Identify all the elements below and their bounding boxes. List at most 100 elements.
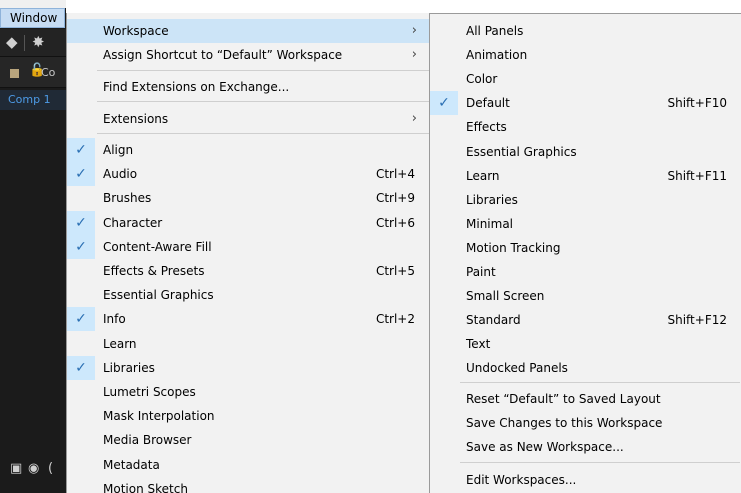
- puppet-pin-tool-icon[interactable]: ✸: [32, 33, 45, 51]
- workspace-item-animation[interactable]: Animation: [430, 43, 740, 67]
- menu-item-workspace[interactable]: Workspace ›: [67, 19, 429, 43]
- chevron-right-icon: ›: [411, 47, 417, 62]
- workspace-item-essential-graphics[interactable]: Essential Graphics: [430, 140, 740, 164]
- menu-item-mask-interpolation[interactable]: Mask Interpolation: [67, 404, 429, 428]
- check-icon: ✓: [67, 210, 95, 235]
- layer-color-swatch[interactable]: [10, 69, 19, 78]
- menu-item-libraries[interactable]: ✓ Libraries: [67, 355, 429, 380]
- menu-item-audio[interactable]: ✓ Audio Ctrl+4: [67, 162, 429, 187]
- bottom-label-fragment: (: [48, 461, 54, 476]
- workspace-item-label: Learn: [466, 168, 500, 183]
- workspace-item-label: Standard: [466, 313, 521, 328]
- menu-item-label: Lumetri Scopes: [103, 385, 196, 399]
- menu-item-assign-shortcut-to-default-workspace[interactable]: Assign Shortcut to “Default” Workspace ›: [67, 43, 429, 67]
- check-icon: ✓: [67, 355, 95, 380]
- submenu-top-background: [429, 0, 741, 13]
- menu-item-label: Workspace: [103, 24, 169, 38]
- workspace-item-label: Undocked Panels: [466, 361, 568, 376]
- menu-item-label: Content-Aware Fill: [103, 239, 212, 254]
- menu-separator: [97, 70, 429, 71]
- menu-item-label: Character: [103, 215, 163, 230]
- workspace-item-label: Default: [466, 96, 510, 111]
- workspace-item-label: Paint: [466, 265, 496, 279]
- menu-item-label: Media Browser: [103, 433, 192, 448]
- workspace-item-minimal[interactable]: Minimal: [430, 212, 740, 236]
- workspace-item-label: All Panels: [466, 24, 524, 38]
- workspace-action-save-changes-to-this-workspace[interactable]: Save Changes to this Workspace: [430, 411, 740, 435]
- menu-item-label: Info: [103, 312, 126, 327]
- menubar-background: [0, 0, 66, 8]
- menu-item-label: Assign Shortcut to “Default” Workspace: [103, 48, 343, 62]
- workspace-action-save-as-new-workspace[interactable]: Save as New Workspace...: [430, 435, 740, 459]
- menubar-window-item[interactable]: Window: [0, 8, 65, 28]
- menu-item-metadata[interactable]: Metadata: [67, 453, 429, 477]
- workspace-item-label: Effects: [466, 120, 507, 135]
- chevron-right-icon: ›: [411, 23, 417, 38]
- workspace-item-color[interactable]: Color: [430, 67, 740, 91]
- workspace-item-shortcut: Shift+F11: [667, 168, 727, 183]
- chevron-right-icon: ›: [411, 111, 417, 126]
- menu-item-info[interactable]: ✓ Info Ctrl+2: [67, 307, 429, 332]
- menu-item-brushes[interactable]: Brushes Ctrl+9: [67, 186, 429, 210]
- tools-toolbar: ◆ ✸: [0, 29, 66, 57]
- menu-item-align[interactable]: ✓ Align: [67, 138, 429, 162]
- workspace-item-label: Color: [466, 72, 498, 87]
- menu-item-essential-graphics[interactable]: Essential Graphics: [67, 283, 429, 307]
- menu-item-label: Essential Graphics: [103, 288, 214, 303]
- tab-comp-1[interactable]: Comp 1: [0, 90, 66, 110]
- workspace-item-paint[interactable]: Paint: [430, 260, 740, 284]
- eraser-tool-icon[interactable]: ◆: [6, 33, 18, 51]
- workspace-item-libraries[interactable]: Libraries: [430, 188, 740, 212]
- menu-separator: [97, 133, 429, 134]
- menu-item-label: Learn: [103, 336, 137, 351]
- menu-item-character[interactable]: ✓ Character Ctrl+6: [67, 210, 429, 235]
- menu-item-label: Audio: [103, 167, 138, 182]
- toolbar-divider: [24, 35, 25, 51]
- menu-item-content-aware-fill[interactable]: ✓ Content-Aware Fill: [67, 234, 429, 259]
- workspace-item-default[interactable]: ✓ Default Shift+F10: [430, 91, 740, 116]
- workspace-action-label: Save as New Workspace...: [466, 440, 624, 454]
- workspace-item-learn[interactable]: Learn Shift+F11: [430, 164, 740, 188]
- workspace-item-label: Essential Graphics: [466, 144, 577, 159]
- workspace-action-label: Reset “Default” to Saved Layout: [466, 392, 661, 406]
- menu-item-shortcut: Ctrl+6: [375, 215, 415, 230]
- menu-item-label: Motion Sketch: [103, 481, 188, 493]
- menu-separator: [97, 101, 429, 102]
- menu-item-shortcut: Ctrl+4: [375, 167, 415, 182]
- menu-item-extensions[interactable]: Extensions ›: [67, 107, 429, 131]
- layer-row[interactable]: 🔓 Co: [0, 57, 66, 88]
- workspace-item-label: Minimal: [466, 216, 514, 231]
- menu-separator: [460, 382, 740, 383]
- menu-item-effects-presets[interactable]: Effects & Presets Ctrl+5: [67, 259, 429, 283]
- workspace-item-text[interactable]: Text: [430, 332, 740, 356]
- workspace-item-motion-tracking[interactable]: Motion Tracking: [430, 236, 740, 260]
- workspace-item-small-screen[interactable]: Small Screen: [430, 284, 740, 308]
- workspace-item-standard[interactable]: Standard Shift+F12: [430, 308, 740, 332]
- menu-item-label: Brushes: [103, 191, 152, 206]
- menu-item-motion-sketch[interactable]: Motion Sketch: [67, 477, 429, 493]
- menu-item-shortcut: Ctrl+2: [375, 312, 415, 327]
- workspace-item-undocked-panels[interactable]: Undocked Panels: [430, 356, 740, 380]
- check-icon: ✓: [67, 307, 95, 332]
- workspace-action-reset-default-to-saved-layout[interactable]: Reset “Default” to Saved Layout: [430, 387, 740, 411]
- monitor-icon[interactable]: ▣: [10, 461, 22, 476]
- submenu-top-border: [429, 13, 741, 14]
- menu-item-label: Mask Interpolation: [103, 409, 215, 424]
- workspace-item-all-panels[interactable]: All Panels: [430, 19, 740, 43]
- workspace-item-effects[interactable]: Effects: [430, 115, 740, 139]
- menu-item-media-browser[interactable]: Media Browser: [67, 428, 429, 452]
- menu-separator: [460, 462, 740, 463]
- workspace-item-label: Animation: [466, 48, 528, 63]
- edit-workspaces-item[interactable]: Edit Workspaces...: [430, 468, 740, 492]
- mask-icon[interactable]: ◉: [28, 461, 39, 476]
- menu-item-label: Effects & Presets: [103, 264, 205, 278]
- menu-item-find-extensions-on-exchange[interactable]: Find Extensions on Exchange...: [67, 75, 429, 99]
- workspace-item-shortcut: Shift+F12: [667, 313, 727, 328]
- workspace-item-label: Text: [466, 337, 491, 352]
- menu-item-label: Extensions: [103, 112, 169, 126]
- workspace-action-label: Save Changes to this Workspace: [466, 416, 663, 430]
- menu-item-learn[interactable]: Learn: [67, 332, 429, 356]
- menu-item-lumetri-scopes[interactable]: Lumetri Scopes: [67, 380, 429, 404]
- menu-item-label: Align: [103, 143, 134, 157]
- bottom-toolbar: ▣ ◉ (: [0, 458, 66, 482]
